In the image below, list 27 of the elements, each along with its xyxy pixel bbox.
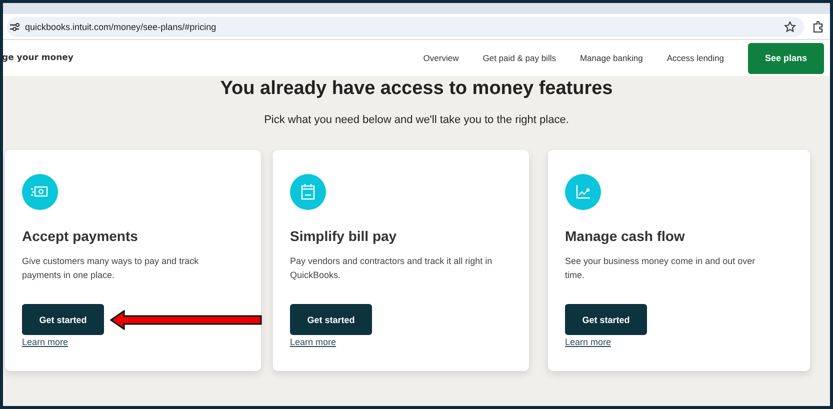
- card-description: See your business money come in and out over time.: [565, 255, 756, 282]
- learn-more-link[interactable]: Learn more: [565, 337, 612, 347]
- nav-link[interactable]: Get paid & pay bills: [482, 53, 556, 63]
- page-heading: You already have access to money features: [220, 78, 613, 100]
- card-title: Accept payments: [22, 228, 138, 244]
- url-text: quickbooks.intuit.com/money/see-plans/#pricing: [25, 22, 218, 32]
- extensions-icon[interactable]: [812, 20, 824, 32]
- learn-more-link[interactable]: Learn more: [22, 337, 68, 347]
- see-plans-button[interactable]: See plans: [748, 42, 824, 74]
- calendar-icon: [290, 174, 326, 210]
- get-started-button[interactable]: Get started: [22, 304, 104, 335]
- card-description: Give customers many ways to pay and track payments in one place.: [22, 255, 200, 282]
- learn-more-link[interactable]: Learn more: [290, 337, 336, 347]
- get-started-button[interactable]: Get started: [565, 304, 647, 335]
- card-title: Manage cash flow: [565, 228, 685, 244]
- line-chart-icon: [565, 174, 601, 210]
- cash-icon: [22, 174, 58, 210]
- card-description: Pay vendors and contractors and track it all right in QuickBooks.: [290, 255, 494, 282]
- nav-link[interactable]: Manage banking: [580, 53, 643, 63]
- page-subtitle: Pick what you need below and we'll take you to the right place.: [264, 114, 569, 126]
- nav-link[interactable]: Access lending: [666, 53, 724, 63]
- star-icon[interactable]: [784, 20, 796, 32]
- tune-icon[interactable]: [9, 22, 20, 32]
- get-started-button[interactable]: Get started: [290, 304, 372, 335]
- address-bar[interactable]: quickbooks.intuit.com/money/see-plans/#pricing: [7, 16, 804, 36]
- nav-link[interactable]: Overview: [423, 53, 459, 63]
- card-title: Simplify bill pay: [290, 228, 397, 244]
